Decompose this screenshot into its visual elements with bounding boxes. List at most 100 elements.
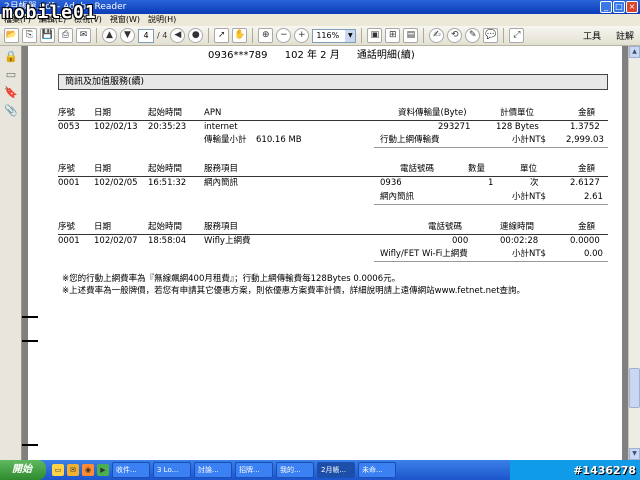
table1-header: 序號 日期 起始時間 APN 資料傳輸量(Byte) 計價單位 金額	[28, 108, 622, 119]
col-header: 服務項目	[204, 164, 239, 174]
maximize-button[interactable]: □	[613, 1, 625, 13]
menu-help[interactable]: 說明(H)	[148, 14, 176, 26]
print-icon[interactable]: ⎙	[58, 28, 73, 43]
bookmark-icon[interactable]: 🔖	[4, 86, 18, 100]
browser-icon[interactable]: ◉	[82, 464, 94, 476]
page-up-icon[interactable]: ▲	[102, 28, 117, 43]
page-total: / 4	[157, 31, 168, 40]
open-icon[interactable]: 📂	[4, 28, 19, 43]
col-header: 序號	[58, 164, 76, 174]
taskbar-item[interactable]: 招牌...	[235, 462, 273, 478]
tools-button[interactable]: 工具	[577, 29, 607, 42]
section-title: 簡訊及加值服務(續)	[58, 74, 608, 90]
document-viewer[interactable]: 0936***789 102 年 2 月 通話明細(續) 簡訊及加值服務(續) …	[22, 46, 628, 460]
col-header: 起始時間	[148, 164, 183, 174]
pdf-page: 0936***789 102 年 2 月 通話明細(續) 簡訊及加值服務(續) …	[22, 46, 622, 460]
bill-period: 102 年 2 月	[284, 50, 340, 61]
toolbar-divider	[96, 28, 97, 43]
sticky-note-icon[interactable]: ✎	[465, 28, 481, 43]
col-header: 資料傳輸量(Byte)	[398, 108, 467, 118]
toolbar-divider	[361, 28, 363, 43]
pages-icon[interactable]: ▭	[4, 68, 18, 82]
folder-icon[interactable]: ▭	[52, 464, 64, 476]
select-tool-icon[interactable]: ➚	[214, 28, 230, 43]
taskbar-item[interactable]: 我的...	[276, 462, 314, 478]
comment-button[interactable]: 註解	[610, 29, 640, 42]
zoom-select[interactable]: 116% ▼	[312, 28, 357, 43]
media-icon[interactable]: ▶	[97, 464, 109, 476]
read-mode-icon[interactable]: ▤	[403, 28, 419, 43]
subtotal-volume: 610.16 MB	[256, 135, 302, 145]
next-view-icon[interactable]: ●	[188, 28, 204, 43]
cell-unit: 128 Bytes	[496, 122, 539, 132]
lock-icon[interactable]: 🔒	[4, 50, 18, 64]
taskbar-item[interactable]: 未命...	[358, 462, 396, 478]
page-number-input[interactable]: 4	[138, 28, 154, 43]
margin-mark	[22, 316, 38, 318]
col-header: 日期	[94, 222, 112, 232]
col-header: 序號	[58, 108, 76, 118]
page-down-icon[interactable]: ▼	[120, 28, 135, 43]
margin-mark	[22, 340, 38, 342]
previous-view-icon[interactable]: ◀	[170, 28, 186, 43]
comment-icon[interactable]: 💬	[483, 28, 499, 43]
fit-page-icon[interactable]: ▣	[367, 28, 383, 43]
cell-amount: 1.3752	[570, 122, 600, 132]
taskbar-item[interactable]: 收件...	[112, 462, 150, 478]
table-rule	[374, 261, 608, 262]
email-app-icon[interactable]: ✉	[67, 464, 79, 476]
phone-number: 0936***789	[208, 50, 268, 61]
toolbar-divider	[423, 28, 425, 43]
subtotal-amount: 2,999.03	[566, 135, 604, 145]
email-icon[interactable]: ✉	[76, 28, 91, 43]
share-icon[interactable]: ⟲	[447, 28, 463, 43]
taskbar-item[interactable]: 3 Lo...	[153, 462, 191, 478]
col-header: 日期	[94, 164, 112, 174]
col-header: 電話號碼	[400, 164, 435, 174]
cell-service: Wifly上網費	[204, 236, 251, 246]
scroll-down-icon[interactable]: ▼	[629, 448, 640, 460]
toolbar-divider	[208, 28, 210, 43]
cell-service: 網內簡訊	[204, 178, 239, 188]
table3-subtotal: Wifly/FET Wi-Fi上網費 小計NT$ 0.00	[28, 249, 622, 260]
attachment-icon[interactable]: 📎	[4, 104, 18, 118]
fit-width-icon[interactable]: ⊞	[385, 28, 401, 43]
create-pdf-icon[interactable]: ⎘	[22, 28, 37, 43]
cell-quantity: 1	[488, 178, 494, 188]
col-header: 金額	[578, 164, 596, 174]
subtotal-amount: 0.00	[584, 249, 603, 259]
subtotal-amount: 2.61	[584, 192, 603, 202]
scroll-up-icon[interactable]: ▲	[629, 46, 640, 58]
taskbar-item[interactable]: 討論...	[194, 462, 232, 478]
save-icon[interactable]: 💾	[40, 28, 55, 43]
vertical-scrollbar[interactable]: ▲ ▼	[628, 46, 640, 460]
cell-seq: 0053	[58, 122, 80, 132]
zoom-in-icon[interactable]: +	[294, 28, 310, 43]
sign-icon[interactable]: ✍	[429, 28, 445, 43]
mobile01-logo: mobile01	[2, 2, 97, 23]
col-header: 單位	[520, 164, 538, 174]
subtotal-service: Wifly/FET Wi-Fi上網費	[380, 249, 468, 259]
taskbar-item-active[interactable]: 2月帳...	[317, 462, 355, 478]
cell-duration: 00:02:28	[500, 236, 539, 246]
cell-amount: 0.0000	[570, 236, 600, 246]
cell-phone: 000	[452, 236, 469, 246]
watermark: #1436278	[573, 463, 636, 477]
close-button[interactable]: ×	[626, 1, 638, 13]
zoom-out-icon[interactable]: −	[276, 28, 292, 43]
minimize-button[interactable]: _	[600, 1, 612, 13]
cell-amount: 2.6127	[570, 178, 600, 188]
hand-tool-icon[interactable]: ✋	[232, 28, 248, 43]
subtotal-currency-label: 小計NT$	[512, 192, 546, 202]
quick-launch: ▭ ✉ ◉ ▶	[52, 464, 109, 476]
marquee-zoom-icon[interactable]: ⊕	[258, 28, 274, 43]
table-rule	[58, 176, 608, 177]
start-button[interactable]: 開始	[0, 460, 46, 480]
table-row: 0001 102/02/07 18:58:04 Wifly上網費 000 00:…	[28, 236, 622, 247]
scrollbar-thumb[interactable]	[629, 368, 640, 408]
cell-time: 18:58:04	[148, 236, 187, 246]
col-header: 日期	[94, 108, 112, 118]
toolbar-divider	[503, 28, 505, 43]
expand-icon[interactable]: ⤢	[509, 28, 525, 43]
menu-window[interactable]: 視窗(W)	[110, 14, 140, 26]
